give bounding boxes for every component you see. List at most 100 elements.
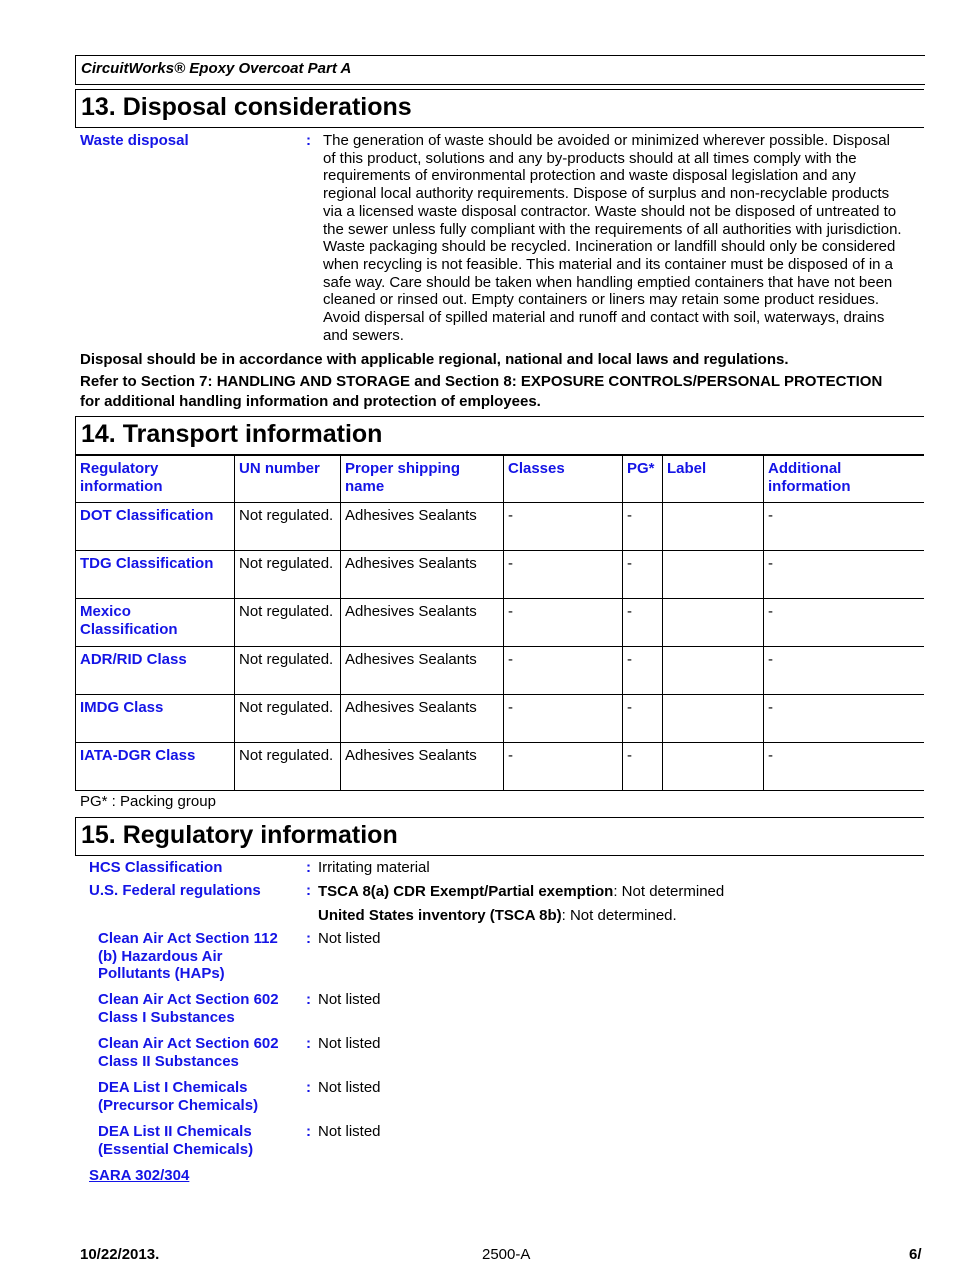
section-13-header: 13. Disposal considerations — [75, 89, 924, 128]
table-row: Mexico Classification Not regulated. Adh… — [75, 598, 924, 647]
clean-air-act-112-field: Clean Air Act Section 112 (b) Hazardous … — [98, 930, 928, 986]
colon: : — [306, 1035, 311, 1052]
text-line: Avoid dispersal of spilled material and … — [323, 309, 885, 327]
us-federal-regulations-label: U.S. Federal regulations — [89, 882, 261, 899]
col-label: Label — [662, 455, 764, 503]
label — [662, 502, 764, 551]
packing-group: - — [622, 694, 663, 743]
additional-info: - — [763, 550, 924, 599]
classes: - — [503, 742, 623, 791]
classes: - — [503, 502, 623, 551]
col-additional-information: Additional information — [763, 455, 924, 503]
us-federal-regulations-field: U.S. Federal regulations : TSCA 8(a) CDR… — [89, 882, 929, 926]
packing-group: - — [622, 742, 663, 791]
packing-group: - — [622, 502, 663, 551]
footer-page-number: 6/ — [909, 1246, 922, 1263]
disposal-law-note: Disposal should be in accordance with ap… — [80, 351, 789, 368]
row-label: IMDG Class — [75, 694, 235, 743]
table-row: IATA-DGR Class Not regulated. Adhesives … — [75, 742, 924, 791]
text-line: Clean Air Act Section 602 — [98, 1035, 279, 1052]
text-line: requirements of environmental protection… — [323, 167, 856, 185]
label — [662, 742, 764, 791]
table-row: ADR/RID Class Not regulated. Adhesives S… — [75, 646, 924, 695]
colon: : — [306, 859, 311, 876]
classes: - — [503, 550, 623, 599]
label — [662, 550, 764, 599]
footer-date: 10/22/2013. — [80, 1246, 160, 1263]
clean-air-act-602-class-i-label: Clean Air Act Section 602 Class I Substa… — [98, 991, 303, 1026]
text-line: when recycling is not feasible. This mat… — [323, 255, 894, 273]
hcs-classification-field: HCS Classification : Irritating material — [89, 859, 929, 879]
tsca-8b-label: United States inventory (TSCA 8b) — [318, 906, 562, 924]
text-line: Pollutants (HAPs) — [98, 965, 225, 983]
packing-group: - — [622, 550, 663, 599]
clean-air-act-112-value: Not listed — [318, 930, 381, 947]
section-13-title: 13. Disposal considerations — [81, 93, 412, 121]
product-header: CircuitWorks® Epoxy Overcoat Part A — [75, 55, 925, 85]
additional-info: - — [763, 646, 924, 695]
text-line: Clean Air Act Section 112 — [98, 930, 278, 947]
dea-list-i-value: Not listed — [318, 1079, 381, 1096]
label — [662, 646, 764, 695]
tsca-8a-label: TSCA 8(a) CDR Exempt/Partial exemption — [318, 883, 614, 900]
clean-air-act-602-class-ii-field: Clean Air Act Section 602 Class II Subst… — [98, 1035, 928, 1073]
col-classes: Classes — [503, 455, 623, 503]
section-14-header: 14. Transport information — [75, 416, 924, 455]
tsca-8a-line: TSCA 8(a) CDR Exempt/Partial exemption: … — [318, 883, 923, 901]
text-line: (Precursor Chemicals) — [98, 1096, 259, 1114]
additional-info: - — [763, 598, 924, 647]
text-line: of this product, solutions and any by-pr… — [323, 149, 857, 167]
row-label: IATA-DGR Class — [75, 742, 235, 791]
row-label: Mexico Classification — [75, 598, 235, 647]
clean-air-act-602-class-ii-value: Not listed — [318, 1035, 381, 1052]
packing-group: - — [622, 646, 663, 695]
shipping-name: Adhesives Sealants — [340, 742, 504, 791]
table-row: TDG Classification Not regulated. Adhesi… — [75, 550, 924, 599]
dea-list-ii-value: Not listed — [318, 1123, 381, 1140]
text-line: for additional handling information and … — [80, 392, 541, 410]
un-number: Not regulated. — [234, 550, 341, 599]
waste-disposal-label: Waste disposal — [80, 132, 189, 149]
text-line: Waste packaging should be recycled. Inci… — [323, 238, 896, 256]
additional-info: - — [763, 502, 924, 551]
col-un-number: UN number — [234, 455, 341, 503]
clean-air-act-602-class-i-value: Not listed — [318, 991, 381, 1008]
sara-302-304-label: SARA 302/304 — [89, 1167, 190, 1184]
hcs-classification-label: HCS Classification — [89, 859, 223, 876]
dea-list-i-field: DEA List I Chemicals (Precursor Chemical… — [98, 1079, 928, 1117]
shipping-name: Adhesives Sealants — [340, 646, 504, 695]
additional-info: - — [763, 742, 924, 791]
colon: : — [306, 882, 311, 899]
label — [662, 694, 764, 743]
un-number: Not regulated. — [234, 694, 341, 743]
shipping-name: Adhesives Sealants — [340, 550, 504, 599]
text-line: DEA List II Chemicals — [98, 1123, 252, 1140]
refer-sections-note: Refer to Section 7: HANDLING AND STORAGE… — [80, 372, 920, 411]
un-number: Not regulated. — [234, 502, 341, 551]
table-header-row: Regulatory information UN number Proper … — [75, 455, 924, 503]
classes: - — [503, 598, 623, 647]
dea-list-ii-label: DEA List II Chemicals (Essential Chemica… — [98, 1123, 303, 1158]
clean-air-act-112-label: Clean Air Act Section 112 (b) Hazardous … — [98, 930, 303, 983]
us-federal-regulations-value: TSCA 8(a) CDR Exempt/Partial exemption: … — [318, 882, 923, 924]
row-label: TDG Classification — [75, 550, 235, 599]
classes: - — [503, 694, 623, 743]
text-line: and sewers. — [323, 326, 404, 344]
text-line: safe way. Care should be taken when hand… — [323, 273, 893, 291]
un-number: Not regulated. — [234, 646, 341, 695]
clean-air-act-602-class-i-field: Clean Air Act Section 602 Class I Substa… — [98, 991, 928, 1029]
packing-group: - — [622, 598, 663, 647]
additional-info: - — [763, 694, 924, 743]
tsca-8a-value: : Not determined — [613, 883, 725, 900]
colon: : — [306, 132, 311, 149]
text-line: The generation of waste should be avoide… — [323, 132, 890, 149]
text-line: Refer to Section 7: HANDLING AND STORAGE… — [80, 373, 883, 390]
hcs-classification-value: Irritating material — [318, 859, 430, 876]
footer-product-code: 2500-A — [482, 1246, 531, 1263]
dea-list-ii-field: DEA List II Chemicals (Essential Chemica… — [98, 1123, 928, 1161]
table-row: IMDG Class Not regulated. Adhesives Seal… — [75, 694, 924, 743]
product-name: CircuitWorks® Epoxy Overcoat Part A — [81, 60, 352, 77]
colon: : — [306, 930, 311, 947]
label — [662, 598, 764, 647]
section-15-header: 15. Regulatory information — [75, 817, 924, 856]
